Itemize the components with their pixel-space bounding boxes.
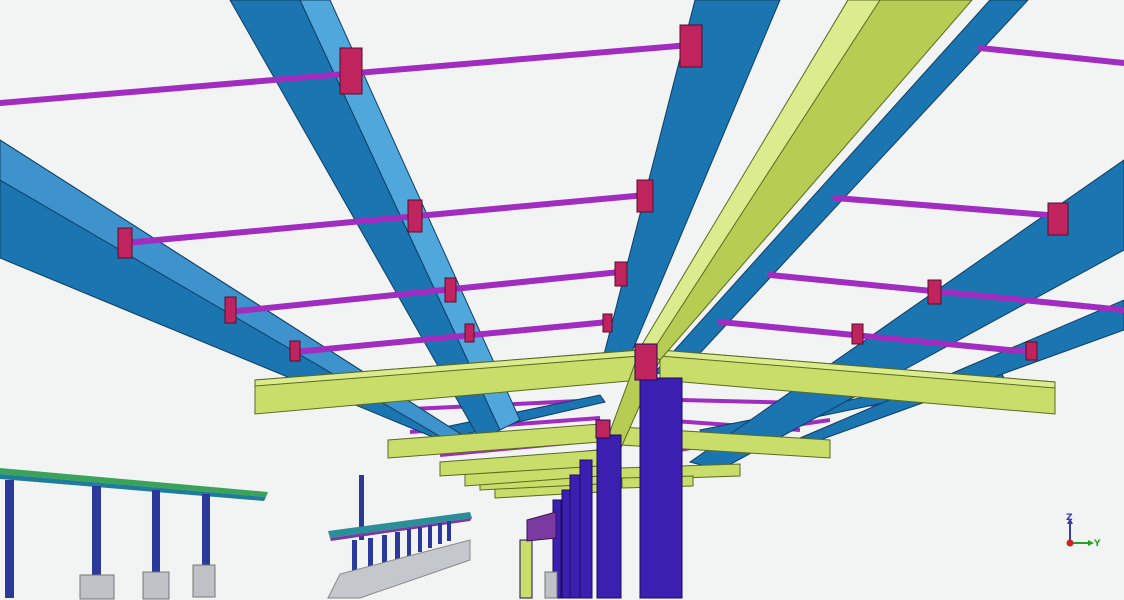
origin-icon: [1066, 539, 1074, 547]
y-axis-label: Y: [1094, 539, 1101, 549]
axis-triad: Z Y: [1058, 510, 1108, 555]
steel-structure-3d-view[interactable]: [0, 0, 1124, 600]
model-viewport[interactable]: Z Y: [0, 0, 1124, 600]
z-axis-label: Z: [1066, 513, 1073, 523]
